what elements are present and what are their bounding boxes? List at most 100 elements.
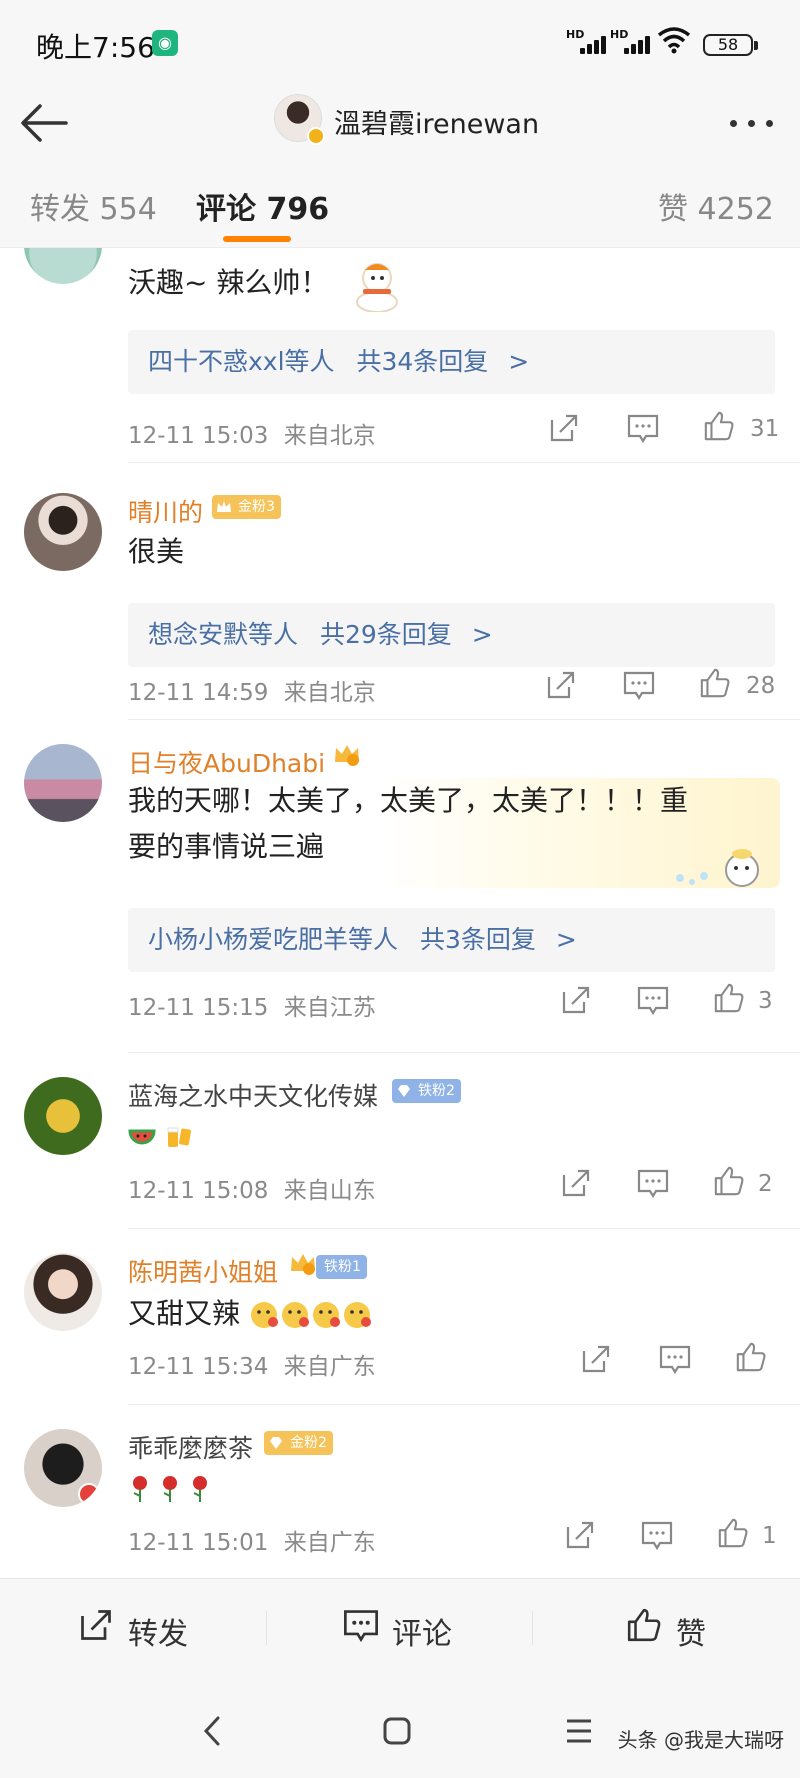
comment-meta: 12-11 15:01 来自广东 (128, 1530, 376, 1556)
tab-reposts[interactable]: 转发 554 (30, 184, 157, 228)
comment-button[interactable]: 评论 (344, 1609, 452, 1653)
comment-text: 沃趣~ 辣么帅！ (128, 256, 407, 312)
nav-home-icon[interactable] (382, 1716, 412, 1746)
comment-meta: 12-11 15:03 来自北京 (128, 416, 376, 450)
tab-comments[interactable]: 评论 796 (196, 184, 329, 228)
comment-icon[interactable] (636, 984, 670, 1016)
comment-item: 蓝海之水中天文化传媒 铁粉2 12-11 15:08 来自山东 2 (0, 1053, 800, 1229)
kiss-emoji-icon (250, 1302, 371, 1328)
share-icon[interactable] (560, 1167, 592, 1199)
watermark-text: 头条 @我是大瑞呀 (617, 1728, 784, 1752)
comment-item: 陈明茜小姐姐 铁粉1 又甜又辣 12-11 15:34 来自广东 (0, 1229, 800, 1405)
app-notification-icon: ◉ (152, 30, 178, 56)
like-count: 28 (746, 673, 776, 699)
diamond-icon (398, 1085, 410, 1097)
wifi-icon (657, 27, 691, 54)
chevron-right-icon: > (555, 925, 577, 954)
like-count: 2 (758, 1171, 773, 1197)
tab-likes[interactable]: 赞 4252 (658, 184, 774, 228)
like-count: 3 (758, 988, 773, 1014)
reply-preview[interactable]: 四十不惑xxl等人 共34条回复 > (128, 330, 775, 394)
crown-icon (217, 501, 231, 512)
author-avatar[interactable] (274, 94, 325, 145)
commenter-name[interactable]: 晴川的 (128, 493, 203, 529)
signal-icon-2: HD (610, 28, 650, 58)
commenter-avatar[interactable] (24, 1077, 102, 1155)
reply-count: 共3条回复 (419, 925, 536, 954)
commenter-avatar[interactable] (24, 493, 102, 571)
separator (532, 1611, 533, 1645)
header: 溫碧霞irenewan (0, 88, 800, 160)
comment-list[interactable]: 沃趣~ 辣么帅！ 四十不惑xxl等人 共34条回复 > 12-11 15:03 … (0, 248, 800, 1578)
author-name[interactable]: 溫碧霞irenewan (334, 102, 539, 141)
share-icon[interactable] (560, 984, 592, 1016)
reply-users: 小杨小杨爱吃肥羊等人 (148, 925, 399, 954)
like-button[interactable]: 赞 (627, 1608, 706, 1653)
active-tab-indicator (223, 236, 291, 242)
system-nav-bar: 头条 @我是大瑞呀 (0, 1676, 800, 1778)
fan-level-badge: 金粉3 (212, 495, 281, 519)
reply-preview[interactable]: 想念安默等人 共29条回复 > (128, 603, 775, 667)
commenter-name[interactable]: 蓝海之水中天文化传媒 (128, 1077, 378, 1113)
like-icon[interactable] (712, 1165, 746, 1197)
share-icon[interactable] (580, 1343, 612, 1375)
reply-preview[interactable]: 小杨小杨爱吃肥羊等人 共3条回复 > (128, 908, 775, 972)
nav-back-icon[interactable] (200, 1714, 224, 1748)
signal-icon: HD (566, 28, 606, 58)
like-icon[interactable] (698, 667, 732, 699)
like-count: 31 (750, 416, 780, 442)
comment-text (128, 1113, 195, 1159)
share-icon[interactable] (564, 1519, 596, 1551)
comment-icon[interactable] (626, 412, 660, 444)
comment-icon[interactable] (622, 669, 656, 701)
comment-time: 12-11 15:03 (128, 423, 269, 449)
network-type-2: HD (610, 28, 629, 41)
comment-meta: 12-11 14:59 来自北京 (128, 680, 376, 706)
watermelon-emoji-icon (128, 1129, 156, 1145)
official-badge-icon (78, 1483, 100, 1505)
reply-users: 想念安默等人 (148, 620, 299, 649)
like-icon[interactable] (716, 1517, 750, 1549)
battery-indicator: 58 (703, 34, 758, 56)
duck-sticker-icon (676, 849, 759, 887)
fan-level-badge: 铁粉2 (392, 1079, 461, 1103)
reply-count: 共29条回复 (319, 620, 452, 649)
nav-menu-icon[interactable] (564, 1716, 594, 1746)
crown-icon (335, 745, 359, 766)
commenter-avatar[interactable] (24, 744, 102, 822)
bottom-action-bar: 转发 评论 赞 (0, 1578, 800, 1676)
commenter-avatar[interactable] (24, 1253, 102, 1331)
commenter-avatar[interactable] (24, 1429, 102, 1507)
fan-level-badge: 金粉2 (264, 1431, 333, 1455)
tab-bar: 转发 554 评论 796 赞 4252 (0, 160, 800, 248)
commenter-name[interactable]: 日与夜AbuDhabi (128, 744, 325, 780)
comment-item: 沃趣~ 辣么帅！ 四十不惑xxl等人 共34条回复 > 12-11 15:03 … (0, 248, 800, 463)
comment-item: 乖乖麼麼茶 金粉2 12-11 15:01 来自广东 1 (0, 1405, 800, 1578)
crown-icon (291, 1254, 315, 1275)
like-icon[interactable] (702, 410, 736, 442)
commenter-avatar[interactable] (24, 248, 102, 284)
fan-level-badge: 铁粉1 (316, 1255, 367, 1279)
comment-location: 来自北京 (283, 423, 376, 449)
back-arrow-icon[interactable] (18, 98, 72, 148)
separator (266, 1611, 267, 1645)
like-icon[interactable] (712, 982, 746, 1014)
like-count: 1 (762, 1523, 777, 1549)
commenter-name[interactable]: 乖乖麼麼茶 (128, 1429, 253, 1465)
share-icon[interactable] (545, 669, 577, 701)
comment-meta: 12-11 15:08 来自山东 (128, 1178, 376, 1204)
repost-button[interactable]: 转发 (81, 1609, 188, 1653)
comment-icon[interactable] (636, 1167, 670, 1199)
status-time: 晚上7:56 (36, 31, 155, 64)
more-options-icon[interactable] (726, 108, 778, 138)
verified-badge-icon (307, 127, 325, 145)
snowman-sticker-icon (356, 263, 399, 312)
comment-meta: 12-11 15:15 来自江苏 (128, 995, 376, 1021)
like-icon (627, 1608, 661, 1642)
network-type-1: HD (566, 28, 585, 41)
comment-icon[interactable] (658, 1343, 692, 1375)
commenter-name[interactable]: 陈明茜小姐姐 (128, 1253, 278, 1289)
share-icon[interactable] (548, 412, 580, 444)
comment-icon[interactable] (640, 1519, 674, 1551)
like-icon[interactable] (734, 1341, 768, 1373)
